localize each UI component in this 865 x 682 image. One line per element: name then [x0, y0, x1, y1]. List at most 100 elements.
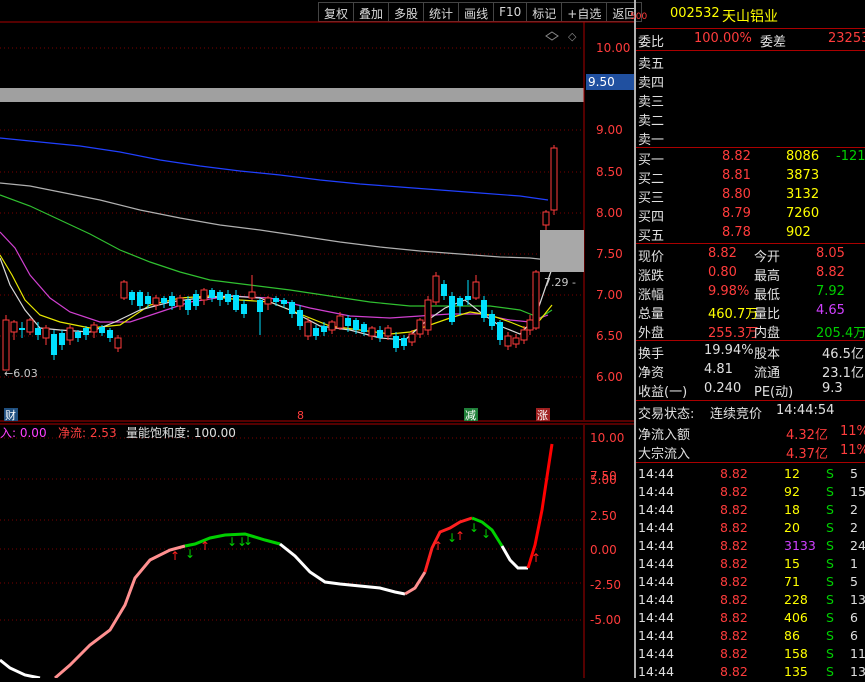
ask-row[interactable]: 卖二: [636, 109, 865, 129]
candle-body: [176, 297, 184, 307]
tick-price: 8.82: [720, 610, 748, 625]
candle-body: [281, 300, 287, 304]
ma-purple-line: [0, 231, 549, 323]
candle-body: [465, 296, 471, 300]
bid-vol: 902: [786, 225, 811, 240]
stat-v2: 8.82: [816, 265, 845, 280]
ask-row[interactable]: 卖五: [636, 52, 865, 72]
stat-l2: 今开: [754, 250, 781, 265]
tick-vol: 3133: [784, 538, 816, 553]
indicator-curve-white: [0, 658, 41, 680]
candle-body: [264, 297, 272, 305]
tick-row: 14:44 8.82 135 S 13: [636, 663, 865, 681]
last-price-box: [540, 230, 584, 272]
fundamental-v2: 9.3: [822, 381, 843, 396]
bid-price: 8.78: [722, 225, 751, 240]
candle-body: [401, 338, 407, 346]
arrow-up-icon: ↑: [170, 549, 180, 563]
tick-side: S: [826, 574, 834, 589]
event-marker-limit-up[interactable]: 涨: [537, 409, 548, 422]
arrow-up-icon: ↑: [200, 539, 210, 553]
indicator-axis-label: -2.50: [590, 578, 621, 592]
candle-body: [432, 275, 440, 303]
tick-time: 14:44: [638, 610, 675, 625]
stock-title: 500 002532 天山铝业: [630, 4, 865, 25]
price-axis-label: 7.00: [596, 288, 623, 302]
arrow-down-icon: ↓: [481, 527, 491, 541]
tick-side: S: [826, 538, 834, 553]
fundamental-l2: 股本: [754, 347, 781, 362]
candle-body: [42, 327, 50, 339]
tick-price: 8.82: [720, 538, 748, 553]
tick-side: S: [826, 466, 834, 481]
ask-row[interactable]: 卖四: [636, 71, 865, 91]
candle-body: [384, 327, 392, 337]
event-marker-finance[interactable]: 财: [5, 408, 16, 422]
bid-row[interactable]: 买五 8.78 902: [636, 224, 865, 244]
candle-body: [99, 327, 105, 333]
bid-chg: -1217: [836, 149, 865, 164]
tick-vol: 158: [784, 646, 808, 661]
highlight-band: [0, 88, 584, 102]
candle-body: [185, 300, 191, 310]
ask-row[interactable]: 卖三: [636, 90, 865, 110]
tick-vol: 18: [784, 502, 800, 517]
candle-body: [532, 271, 540, 329]
event-marker-reduce[interactable]: 减: [465, 409, 476, 422]
bid-row[interactable]: 买二 8.81 3873: [636, 167, 865, 187]
tick-price: 8.82: [720, 520, 748, 535]
stat-v2: 8.05: [816, 246, 845, 261]
tick-row: 14:44 8.82 18 S 2: [636, 501, 865, 519]
candle-body: [457, 298, 463, 306]
bid-vol: 8086: [786, 149, 820, 164]
stat-l2: 内盘: [754, 326, 781, 341]
stat-v1: 8.82: [708, 246, 737, 261]
indicator-curve-pink: [54, 544, 186, 680]
tick-time: 14:44: [638, 538, 675, 553]
event-marker-8[interactable]: 8: [297, 409, 304, 422]
candle-body: [209, 290, 215, 298]
fundamental-v2: 23.1亿: [822, 366, 864, 381]
indicator-curve-white2: [279, 542, 406, 596]
tick-n: 11: [850, 646, 865, 661]
stock-name: 天山铝业: [722, 9, 778, 25]
candle-body: [550, 147, 558, 211]
candlestick-chart[interactable]: ◇ 10.00 9.00 8.50 8.00 7.50 7.00 6.50 6.00 9.50…: [0, 0, 634, 680]
candle-body: [353, 320, 359, 330]
bid-row[interactable]: 买四 8.79 7260: [636, 205, 865, 225]
tick-time: 14:44: [638, 520, 675, 535]
candle-body: [19, 328, 25, 330]
tick-side: S: [826, 484, 834, 499]
stat-v1: 9.98%: [708, 284, 750, 299]
ask-row[interactable]: 卖一: [636, 128, 865, 148]
tick-row: 14:44 8.82 228 S 13: [636, 591, 865, 609]
candle-body: [169, 296, 175, 306]
price-axis-label: 6.00: [596, 370, 623, 384]
candle-body: [161, 298, 167, 303]
price-marker: 9.50: [588, 75, 615, 89]
candle-body: [497, 322, 503, 340]
stat-l1: 涨幅: [638, 288, 665, 303]
stat-l2: 最高: [754, 269, 781, 284]
chart-area[interactable]: ◇ 10.00 9.00 8.50 8.00 7.50 7.00 6.50 6.00 9.50…: [0, 0, 634, 680]
candle-body: [408, 333, 416, 343]
candle-body: [241, 304, 247, 314]
tick-time: 14:44: [638, 664, 675, 679]
candle-body: [377, 330, 383, 338]
fundamental-v1: 19.94%: [704, 343, 754, 358]
tick-vol: 71: [784, 574, 800, 589]
net-inflow-row: 净流入额 4.32亿 11%: [638, 424, 865, 443]
candle-body: [481, 300, 487, 318]
price-axis-label: 10.00: [596, 41, 630, 55]
indicator-axis-label: -5.00: [590, 613, 621, 627]
tick-price: 8.82: [720, 574, 748, 589]
candle-body: [520, 329, 528, 341]
fundamental-row: 收益(一) 0.240 PE(动) 9.3: [636, 380, 865, 400]
candle-body: [51, 334, 57, 355]
candle-body: [313, 328, 319, 336]
candle-body: [193, 294, 199, 306]
bid-row[interactable]: 买三 8.80 3132: [636, 186, 865, 206]
bid-row[interactable]: 买一 8.82 8086 -1217: [636, 148, 865, 168]
chevron-down-icon[interactable]: ◇: [568, 30, 577, 43]
candle-body: [200, 289, 208, 301]
